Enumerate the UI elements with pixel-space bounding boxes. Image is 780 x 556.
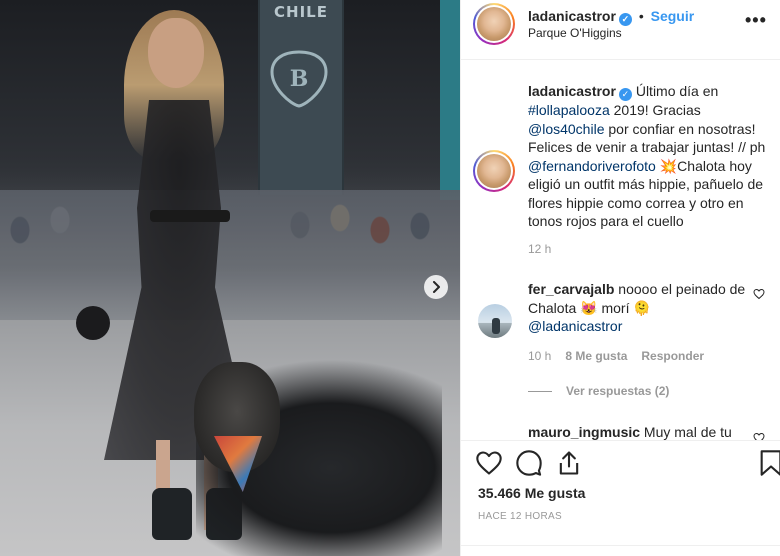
likes-count[interactable]: 35.466 Me gusta: [478, 485, 585, 501]
comment-meta: 10 h 8 Me gusta Responder: [528, 349, 704, 363]
comment-username[interactable]: mauro_ingmusic: [528, 424, 640, 440]
location-link[interactable]: Parque O'Higgins: [528, 26, 622, 40]
mention-link[interactable]: @los40chile: [528, 121, 604, 137]
heart-icon[interactable]: [475, 449, 503, 477]
comment-text: fer_carvajalb noooo el peinado de Chalot…: [528, 280, 750, 336]
follow-button[interactable]: Seguir: [651, 8, 695, 24]
crowd: [0, 190, 460, 320]
post-actions: 35.466 Me gusta HACE 12 HORAS: [461, 440, 780, 556]
more-options-icon[interactable]: •••: [745, 10, 767, 31]
hashtag-link[interactable]: #lollapalooza: [528, 102, 610, 118]
caption-time[interactable]: 12 h: [528, 242, 551, 256]
side-banner: [440, 0, 460, 200]
replies-line: [528, 391, 552, 393]
caption-author-avatar[interactable]: [473, 150, 515, 192]
reply-button[interactable]: Responder: [641, 349, 704, 363]
bookmark-icon[interactable]: [757, 449, 780, 477]
post-panel: ladanicastror ✓ • Seguir Parque O'Higgins…: [460, 0, 780, 556]
banner-text: CHILE: [274, 3, 328, 21]
comment-text: mauro_ingmusic Muy mal de tu: [528, 423, 750, 440]
caption-part: 2019! Gracias: [609, 102, 701, 118]
view-replies-button[interactable]: Ver respuestas (2): [528, 384, 669, 398]
caption-text: ladanicastror ✓ Último día en #lollapaloo…: [528, 82, 768, 231]
post-timestamp: HACE 12 HORAS: [478, 511, 562, 522]
comment-icon[interactable]: [515, 449, 543, 477]
comment-username[interactable]: fer_carvajalb: [528, 281, 614, 297]
cat-emoji: 😻: [580, 299, 598, 316]
comment-part: morí: [597, 299, 634, 316]
commenter-avatar[interactable]: [478, 304, 512, 338]
woman-head: [148, 18, 204, 88]
comment-likes[interactable]: 8 Me gusta: [565, 349, 627, 363]
post-header: ladanicastror ✓ • Seguir Parque O'Higgins…: [461, 0, 780, 60]
verified-icon: ✓: [618, 13, 632, 26]
add-comment-area[interactable]: [461, 545, 780, 556]
caption-username[interactable]: ladanicastror: [528, 83, 616, 99]
collision-emoji: 💥: [659, 157, 678, 174]
chevron-right-icon: [433, 281, 440, 293]
post-photo[interactable]: CHILE B: [0, 0, 460, 556]
belt: [150, 210, 230, 222]
trailing-glyph: 🫠: [633, 299, 651, 316]
comment-time[interactable]: 10 h: [528, 349, 551, 363]
author-username[interactable]: ladanicastror: [528, 8, 616, 24]
author-avatar[interactable]: [473, 3, 515, 45]
view-replies-label: Ver respuestas (2): [566, 384, 670, 398]
comments-section: ladanicastror ✓ Último día en #lollapaloo…: [461, 60, 780, 440]
caption-part: Último día en: [631, 83, 719, 99]
comment-part: Muy mal de tu: [640, 424, 732, 440]
comment-heart-icon[interactable]: [753, 288, 765, 300]
separator-dot: •: [638, 8, 644, 24]
header-author: ladanicastror ✓ • Seguir: [528, 8, 694, 26]
next-photo-button[interactable]: [424, 275, 448, 299]
guitar-pick-logo: B: [270, 50, 328, 108]
stage-background: [0, 0, 460, 200]
share-icon[interactable]: [555, 449, 583, 477]
verified-icon: ✓: [618, 88, 632, 101]
comment-heart-icon[interactable]: [753, 432, 765, 440]
mention-link[interactable]: @fernandoriverofoto: [528, 158, 656, 174]
microphone: [76, 306, 110, 340]
mention-link[interactable]: @ladanicastror: [528, 318, 622, 334]
left-boot: [152, 488, 192, 540]
svg-text:B: B: [290, 66, 309, 92]
